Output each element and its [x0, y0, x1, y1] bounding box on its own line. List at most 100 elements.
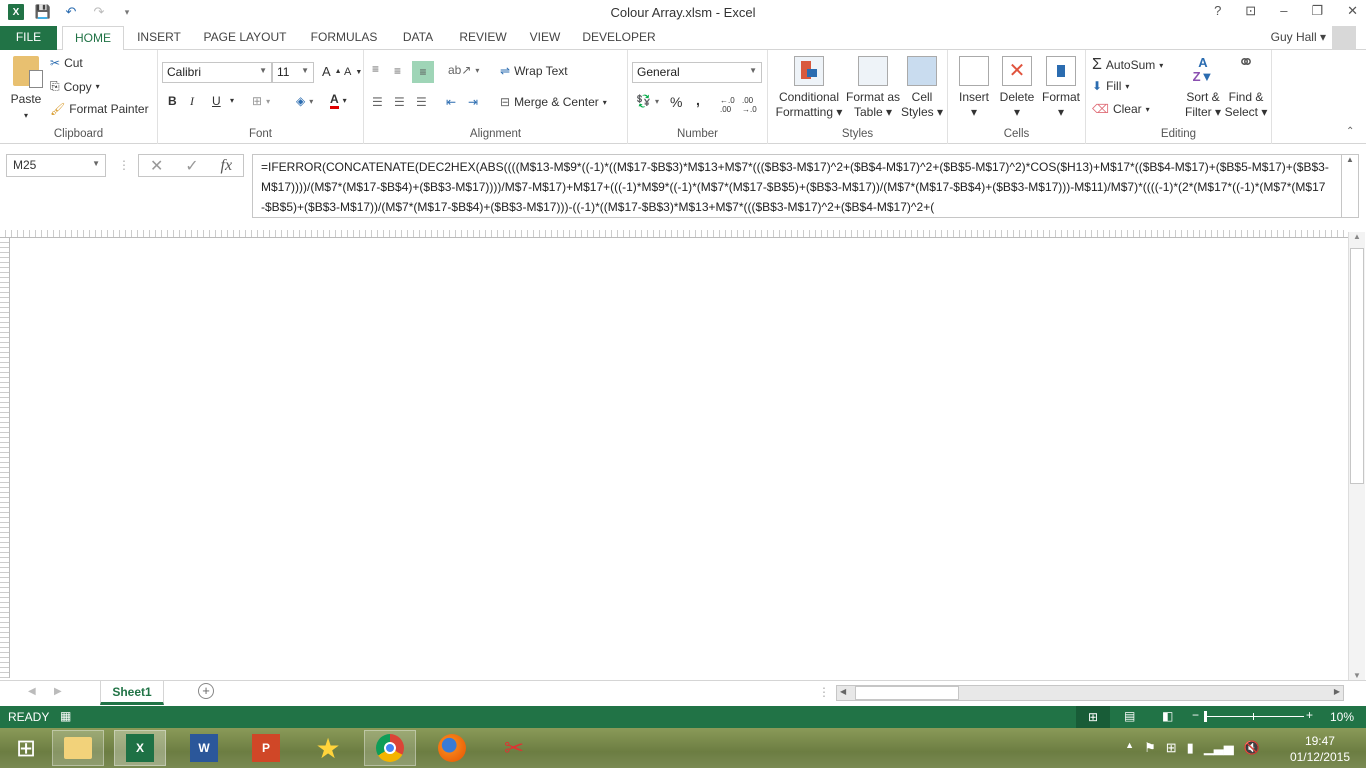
- accounting-format-button[interactable]: 💱 ▾: [636, 94, 659, 108]
- next-sheet-button[interactable]: ▶: [54, 686, 62, 697]
- tab-view[interactable]: VIEW: [524, 26, 566, 50]
- font-size-select[interactable]: 11 ▼: [272, 62, 314, 83]
- ribbon-display-options-icon[interactable]: ⊡: [1245, 3, 1256, 19]
- formula-scrollbar[interactable]: ▲: [1342, 154, 1359, 218]
- cancel-formula-button[interactable]: ✕: [150, 156, 163, 176]
- wrap-text-button[interactable]: ⇌ Wrap Text: [500, 64, 568, 78]
- taskbar-file-explorer[interactable]: [52, 730, 104, 766]
- prev-sheet-button[interactable]: ◀: [28, 686, 36, 697]
- worksheet-grid[interactable]: ▲ ▼: [0, 230, 1366, 680]
- zoom-slider-thumb[interactable]: [1204, 711, 1207, 722]
- tab-home[interactable]: HOME: [62, 26, 124, 51]
- decrease-decimal-button[interactable]: .00 →.0: [742, 96, 757, 114]
- taskbar-chrome[interactable]: [364, 730, 416, 766]
- cut-button[interactable]: ✂ Cut: [50, 56, 83, 70]
- column-headers[interactable]: [0, 230, 1348, 238]
- fill-button[interactable]: ⬇ Fill ▾: [1092, 79, 1129, 93]
- align-left-button[interactable]: ☰: [372, 95, 383, 109]
- sheet-tab-sheet1[interactable]: Sheet1: [100, 681, 164, 705]
- taskbar-excel[interactable]: X: [114, 730, 166, 766]
- tab-split-handle[interactable]: ⋮: [818, 685, 830, 699]
- page-break-preview-button[interactable]: ◧: [1162, 709, 1173, 723]
- help-button[interactable]: ?: [1214, 3, 1221, 19]
- network-signal-icon[interactable]: ▁▃▅: [1204, 740, 1234, 756]
- format-painter-button[interactable]: 🖌 Format Painter: [50, 102, 149, 116]
- italic-button[interactable]: I: [190, 94, 194, 109]
- taskbar-snipping-tool[interactable]: ✂: [488, 730, 540, 766]
- decrease-indent-button[interactable]: ⇤: [446, 95, 456, 109]
- scroll-up-button[interactable]: ▲: [1349, 232, 1365, 246]
- restore-button[interactable]: ❐: [1311, 3, 1323, 19]
- zoom-in-button[interactable]: +: [1306, 708, 1313, 722]
- top-align-button[interactable]: ≡: [372, 62, 379, 76]
- tab-formulas[interactable]: FORMULAS: [306, 26, 382, 50]
- shrink-font-button[interactable]: A ▼: [344, 66, 362, 78]
- bold-button[interactable]: B: [168, 94, 177, 108]
- grow-font-button[interactable]: A ▲: [322, 64, 342, 79]
- conditional-formatting-button[interactable]: Conditional Formatting ▾: [772, 56, 846, 120]
- align-right-button[interactable]: ☰: [416, 95, 427, 109]
- underline-dropdown[interactable]: ▾: [230, 96, 234, 105]
- find-select-button[interactable]: ⚭ Find & Select ▾: [1224, 53, 1268, 120]
- row-headers[interactable]: [0, 238, 10, 678]
- collapse-ribbon-button[interactable]: ⌃: [1346, 126, 1354, 137]
- merge-center-button[interactable]: ⊟ Merge & Center ▾: [500, 95, 607, 109]
- scroll-right-button[interactable]: ▶: [1334, 687, 1340, 696]
- horizontal-scrollbar[interactable]: ◀ ▶: [836, 685, 1344, 701]
- orientation-button[interactable]: ab↗ ▾: [448, 63, 479, 77]
- tab-review[interactable]: REVIEW: [456, 26, 510, 50]
- windows-icon[interactable]: ⊞: [1166, 740, 1177, 756]
- clear-button[interactable]: ⌫ Clear ▾: [1092, 102, 1150, 116]
- tab-data[interactable]: DATA: [396, 26, 440, 50]
- insert-function-button[interactable]: fx: [221, 157, 233, 175]
- volume-muted-icon[interactable]: 🔇: [1244, 740, 1260, 756]
- autosum-button[interactable]: Σ AutoSum ▾: [1092, 56, 1163, 74]
- normal-view-button[interactable]: ⊞: [1076, 706, 1110, 728]
- close-button[interactable]: ✕: [1347, 3, 1358, 19]
- zoom-out-button[interactable]: −: [1192, 708, 1199, 722]
- start-button[interactable]: ⊞: [0, 730, 52, 766]
- tab-insert[interactable]: INSERT: [132, 26, 186, 50]
- middle-align-button[interactable]: ≡: [394, 64, 401, 78]
- macro-recording-icon[interactable]: ▦: [60, 709, 71, 723]
- tab-file[interactable]: FILE: [0, 26, 57, 50]
- font-color-button[interactable]: A ▾: [330, 92, 347, 109]
- tab-page-layout[interactable]: PAGE LAYOUT: [198, 26, 292, 50]
- bottom-align-button[interactable]: ≡: [412, 61, 434, 83]
- increase-indent-button[interactable]: ⇥: [468, 95, 478, 109]
- formula-bar-resize-handle[interactable]: ⋮: [118, 158, 130, 172]
- taskbar-powerpoint[interactable]: P: [240, 730, 292, 766]
- show-hidden-icons[interactable]: ▲: [1125, 740, 1134, 756]
- page-layout-view-button[interactable]: ▤: [1124, 709, 1135, 723]
- borders-button[interactable]: ⊞ ▾: [252, 94, 270, 108]
- delete-cells-button[interactable]: ✕ Delete ▾: [996, 56, 1038, 120]
- tab-developer[interactable]: DEVELOPER: [580, 26, 658, 50]
- action-center-flag-icon[interactable]: ⚑: [1144, 740, 1156, 756]
- zoom-slider[interactable]: [1204, 711, 1304, 722]
- insert-cells-button[interactable]: Insert ▾: [954, 56, 994, 120]
- scroll-down-button[interactable]: ▼: [1349, 671, 1365, 680]
- increase-decimal-button[interactable]: ←.0.00: [720, 96, 735, 114]
- battery-icon[interactable]: ▮: [1187, 740, 1194, 756]
- format-as-table-button[interactable]: Format as Table ▾: [846, 56, 900, 120]
- vertical-scrollbar[interactable]: ▲ ▼: [1348, 232, 1365, 680]
- zoom-level[interactable]: 10%: [1330, 710, 1354, 724]
- underline-button[interactable]: U: [212, 94, 221, 108]
- horizontal-scroll-thumb[interactable]: [855, 686, 959, 700]
- copy-button[interactable]: ⎘ Copy ▾: [50, 79, 100, 94]
- scroll-left-button[interactable]: ◀: [840, 687, 846, 696]
- sort-filter-button[interactable]: A Z▼ Sort & Filter ▾: [1182, 56, 1224, 120]
- taskbar-favorites[interactable]: ★: [302, 730, 354, 766]
- colour-array-cells[interactable]: [12, 238, 1348, 678]
- taskbar-word[interactable]: W: [178, 730, 230, 766]
- cell-styles-button[interactable]: Cell Styles ▾: [900, 56, 944, 120]
- name-box[interactable]: M25 ▼: [6, 154, 106, 177]
- number-format-select[interactable]: General ▼: [632, 62, 762, 83]
- taskbar-firefox[interactable]: [426, 730, 478, 766]
- vertical-scroll-thumb[interactable]: [1350, 248, 1364, 484]
- formula-input[interactable]: =IFERROR(CONCATENATE(DEC2HEX(ABS((((M$13…: [252, 154, 1342, 218]
- new-sheet-button[interactable]: +: [198, 683, 214, 699]
- enter-formula-button[interactable]: ✓: [185, 156, 198, 176]
- clock[interactable]: 19:47 01/12/2015: [1290, 733, 1350, 765]
- align-center-button[interactable]: ☰: [394, 95, 405, 109]
